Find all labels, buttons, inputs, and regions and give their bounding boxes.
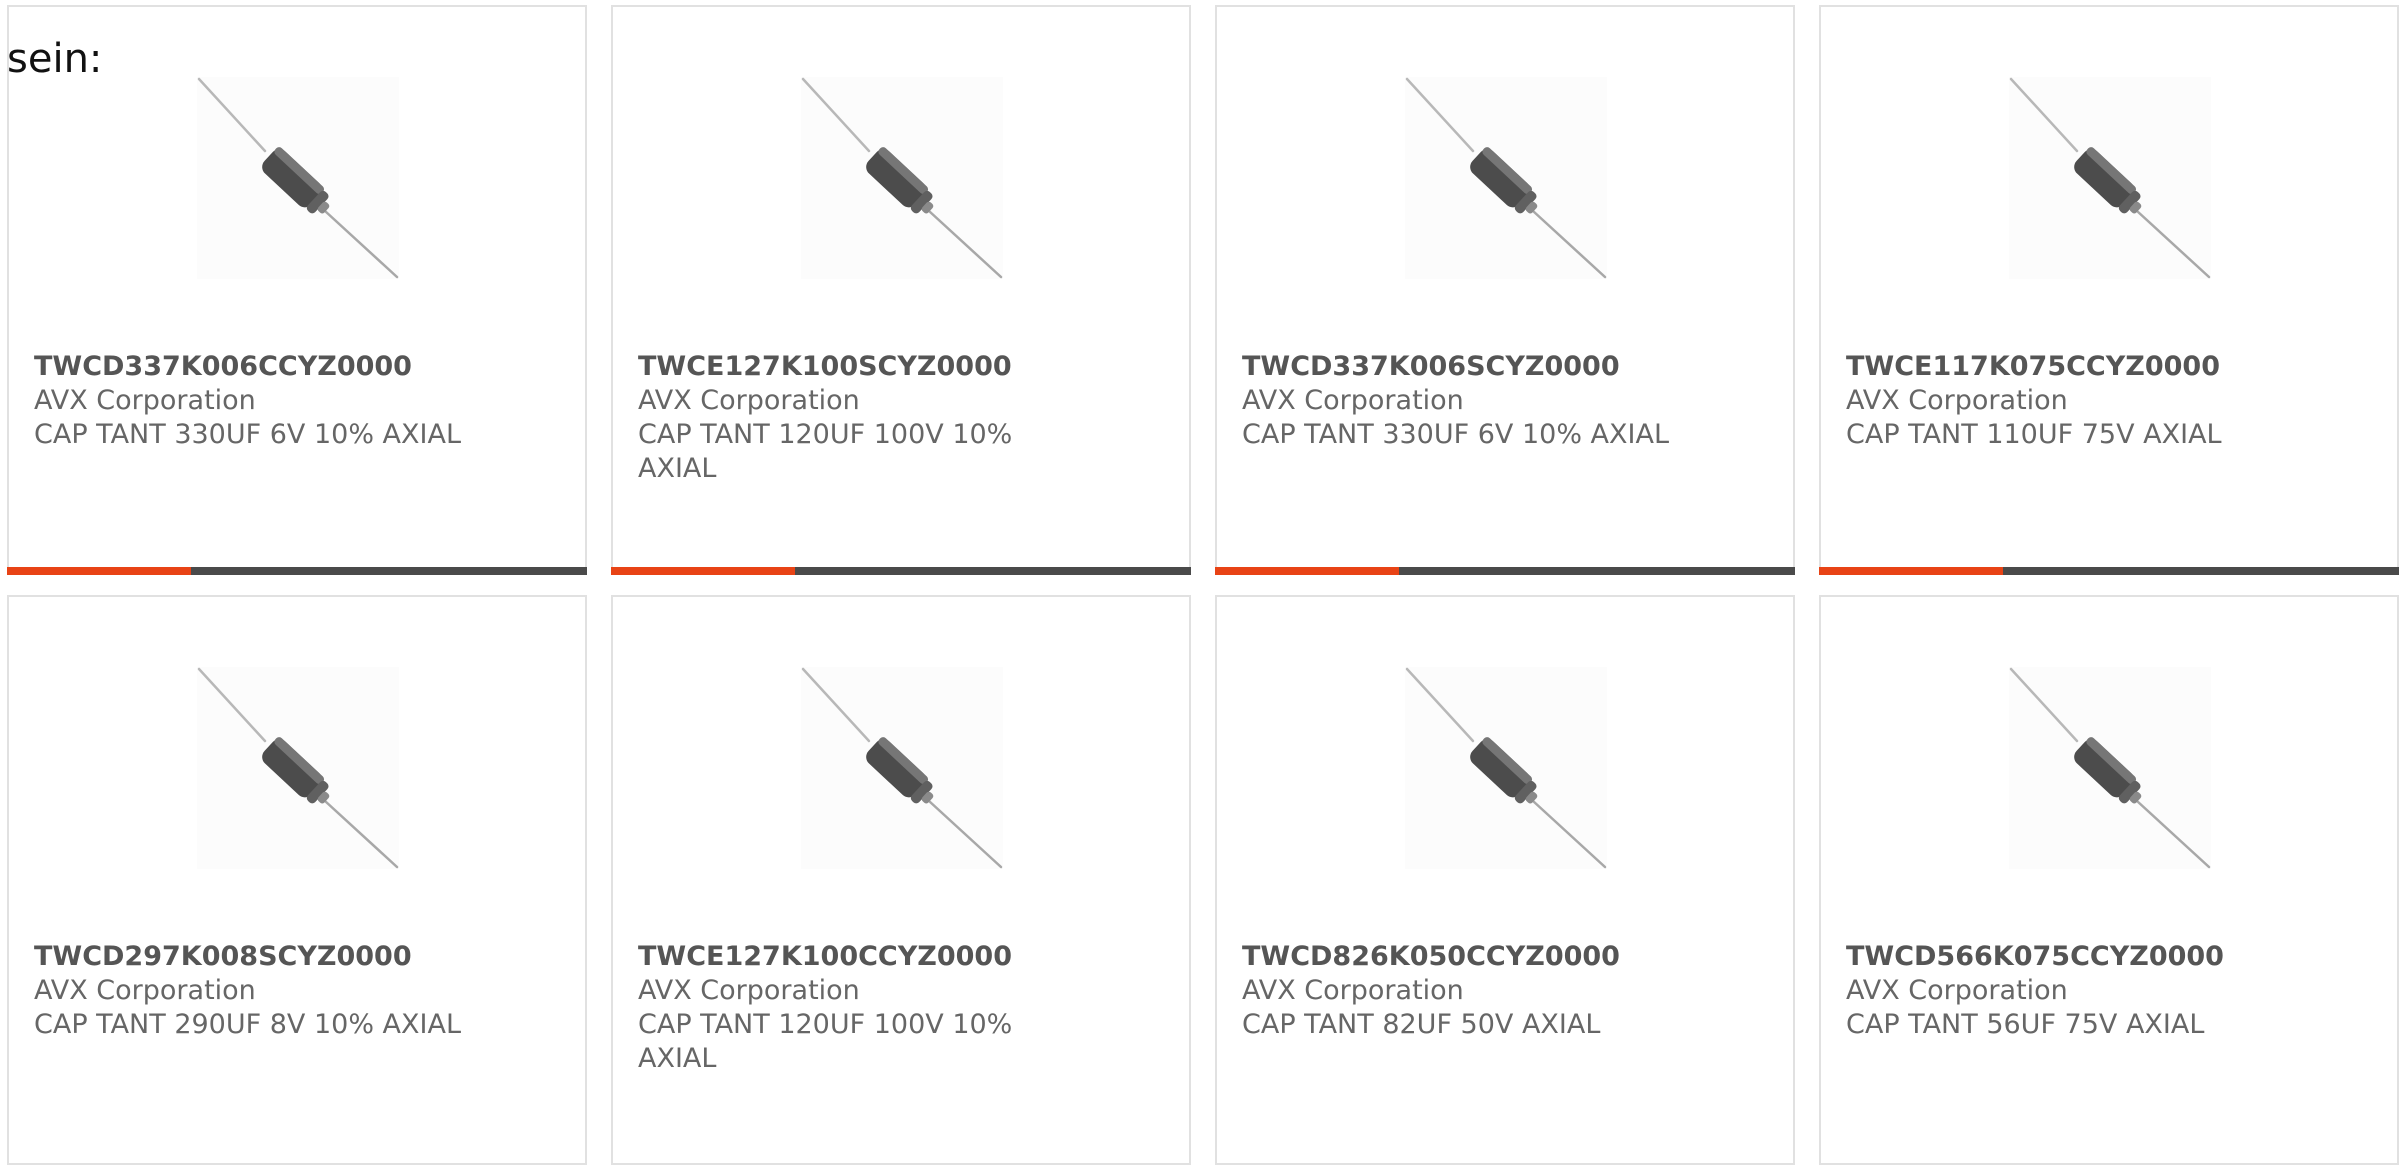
- capacitor-icon: [197, 77, 399, 279]
- manufacturer: AVX Corporation: [34, 385, 256, 416]
- capacitor-icon: [1405, 77, 1607, 279]
- part-number[interactable]: TWCE127K100CCYZ0000: [638, 940, 1078, 974]
- product-info: TWCD337K006SCYZ0000 AVX Corporation CAP …: [1242, 350, 1682, 452]
- part-number[interactable]: TWCD566K075CCYZ0000: [1846, 940, 2286, 974]
- capacitor-icon: [2009, 667, 2211, 869]
- product-image[interactable]: [2009, 77, 2211, 279]
- product-card[interactable]: TWCE127K100CCYZ0000 AVX Corporation CAP …: [611, 595, 1191, 1165]
- capacitor-icon: [197, 667, 399, 869]
- manufacturer: AVX Corporation: [638, 975, 860, 1006]
- product-image[interactable]: [801, 77, 1003, 279]
- manufacturer: AVX Corporation: [1846, 385, 2068, 416]
- capacitor-icon: [1405, 667, 1607, 869]
- product-grid: TWCD337K006CCYZ0000 AVX Corporation CAP …: [7, 5, 2399, 1165]
- manufacturer: AVX Corporation: [34, 975, 256, 1006]
- manufacturer: AVX Corporation: [1846, 975, 2068, 1006]
- accent-bar: [1215, 567, 1399, 575]
- part-number[interactable]: TWCE127K100SCYZ0000: [638, 350, 1078, 384]
- description: CAP TANT 120UF 100V 10% AXIAL: [638, 419, 1013, 484]
- capacitor-icon: [801, 667, 1003, 869]
- part-number[interactable]: TWCE117K075CCYZ0000: [1846, 350, 2286, 384]
- product-image[interactable]: [801, 667, 1003, 869]
- product-info: TWCD566K075CCYZ0000 AVX Corporation CAP …: [1846, 940, 2286, 1042]
- product-info: TWCE127K100CCYZ0000 AVX Corporation CAP …: [638, 940, 1078, 1076]
- card-bottom-bar: [611, 567, 1191, 575]
- product-info: TWCE127K100SCYZ0000 AVX Corporation CAP …: [638, 350, 1078, 486]
- product-card[interactable]: TWCE117K075CCYZ0000 AVX Corporation CAP …: [1819, 5, 2399, 575]
- description: CAP TANT 330UF 6V 10% AXIAL: [1242, 419, 1670, 450]
- product-info: TWCD337K006CCYZ0000 AVX Corporation CAP …: [34, 350, 474, 452]
- product-info: TWCD297K008SCYZ0000 AVX Corporation CAP …: [34, 940, 474, 1042]
- capacitor-icon: [2009, 77, 2211, 279]
- product-image[interactable]: [197, 667, 399, 869]
- description: CAP TANT 120UF 100V 10% AXIAL: [638, 1009, 1013, 1074]
- description: CAP TANT 290UF 8V 10% AXIAL: [34, 1009, 462, 1040]
- manufacturer: AVX Corporation: [1242, 385, 1464, 416]
- description: CAP TANT 110UF 75V AXIAL: [1846, 419, 2222, 450]
- product-card[interactable]: TWCE127K100SCYZ0000 AVX Corporation CAP …: [611, 5, 1191, 575]
- accent-bar: [7, 567, 191, 575]
- description: CAP TANT 330UF 6V 10% AXIAL: [34, 419, 462, 450]
- manufacturer: AVX Corporation: [1242, 975, 1464, 1006]
- product-card[interactable]: TWCD337K006SCYZ0000 AVX Corporation CAP …: [1215, 5, 1795, 575]
- product-image[interactable]: [1405, 667, 1607, 869]
- capacitor-icon: [801, 77, 1003, 279]
- part-number[interactable]: TWCD337K006SCYZ0000: [1242, 350, 1682, 384]
- intro-text: sein:: [7, 36, 103, 82]
- card-bottom-bar: [7, 567, 587, 575]
- product-card[interactable]: TWCD297K008SCYZ0000 AVX Corporation CAP …: [7, 595, 587, 1165]
- product-image[interactable]: [2009, 667, 2211, 869]
- part-number[interactable]: TWCD297K008SCYZ0000: [34, 940, 474, 974]
- product-card[interactable]: TWCD826K050CCYZ0000 AVX Corporation CAP …: [1215, 595, 1795, 1165]
- product-info: TWCE117K075CCYZ0000 AVX Corporation CAP …: [1846, 350, 2286, 452]
- manufacturer: AVX Corporation: [638, 385, 860, 416]
- description: CAP TANT 82UF 50V AXIAL: [1242, 1009, 1601, 1040]
- product-info: TWCD826K050CCYZ0000 AVX Corporation CAP …: [1242, 940, 1682, 1042]
- card-bottom-bar: [1819, 567, 2399, 575]
- part-number[interactable]: TWCD337K006CCYZ0000: [34, 350, 474, 384]
- accent-bar: [611, 567, 795, 575]
- product-card[interactable]: TWCD337K006CCYZ0000 AVX Corporation CAP …: [7, 5, 587, 575]
- product-card[interactable]: TWCD566K075CCYZ0000 AVX Corporation CAP …: [1819, 595, 2399, 1165]
- part-number[interactable]: TWCD826K050CCYZ0000: [1242, 940, 1682, 974]
- description: CAP TANT 56UF 75V AXIAL: [1846, 1009, 2205, 1040]
- product-image[interactable]: [1405, 77, 1607, 279]
- accent-bar: [1819, 567, 2003, 575]
- card-bottom-bar: [1215, 567, 1795, 575]
- product-image[interactable]: [197, 77, 399, 279]
